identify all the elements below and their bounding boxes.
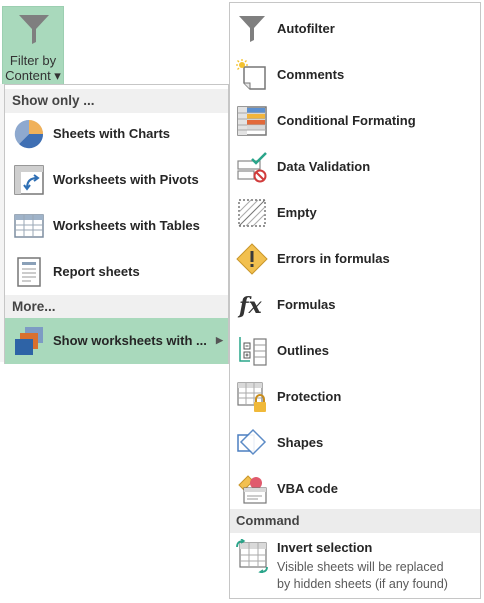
submenu-item-outlines[interactable]: Outlines	[230, 328, 480, 374]
submenu-item-label: Formulas	[277, 297, 336, 312]
lock-sheet-icon	[236, 381, 268, 413]
pivot-table-icon	[13, 164, 45, 196]
svg-text:fx: fx	[237, 293, 262, 319]
submenu-item-comments[interactable]: Comments	[230, 52, 480, 98]
submenu-item-label: Comments	[277, 67, 345, 82]
invert-selection-desc-line1: Visible sheets will be replaced	[277, 560, 444, 574]
filter-menu: Show only ... Sheets with Charts Workshe…	[4, 84, 229, 364]
submenu-item-autofilter[interactable]: Autofilter	[230, 6, 480, 52]
menu-item-label: Worksheets with Pivots	[53, 172, 199, 187]
conditional-formatting-icon	[236, 105, 268, 137]
submenu-item-label: Protection	[277, 389, 342, 404]
pie-chart-icon	[13, 118, 45, 150]
filter-by-content-button[interactable]: Filter by Content ▾	[2, 6, 64, 86]
invert-selection-icon	[236, 538, 268, 574]
menu-item-worksheets-with-tables[interactable]: Worksheets with Tables	[5, 203, 228, 249]
submenu-arrow-icon: ▶	[216, 335, 223, 345]
submenu-item-label: Shapes	[277, 435, 324, 450]
submenu-item-label: Autofilter	[277, 21, 335, 36]
table-icon	[13, 210, 45, 242]
submenu-item-label: VBA code	[277, 481, 338, 496]
submenu-item-conditional-formating[interactable]: Conditional Formating	[230, 98, 480, 144]
submenu-item-vba-code[interactable]: VBA code	[230, 466, 480, 512]
submenu-item-formulas[interactable]: fx Formulas	[230, 282, 480, 328]
submenu-item-label: Empty	[277, 205, 317, 220]
fx-icon: fx	[236, 289, 268, 321]
funnel-icon	[16, 11, 52, 52]
menu-item-report-sheets[interactable]: Report sheets	[5, 249, 228, 295]
comment-note-icon	[236, 59, 268, 91]
worksheets-stack-icon	[13, 325, 45, 357]
menu-item-label: Sheets with Charts	[53, 126, 171, 141]
submenu-item-label: Errors in formulas	[277, 251, 390, 266]
submenu-item-protection[interactable]: Protection	[230, 374, 480, 420]
submenu-item-label: Conditional Formating	[277, 113, 416, 128]
show-worksheets-with-submenu: Autofilter Comments Conditional Formatin…	[229, 2, 481, 599]
invert-selection-desc-line2: by hidden sheets (if any found)	[277, 577, 448, 591]
outline-icon	[236, 335, 268, 367]
submenu-item-data-validation[interactable]: Data Validation	[230, 144, 480, 190]
invert-selection-command[interactable]: Invert selection Visible sheets will be …	[230, 535, 480, 597]
submenu-item-label: Data Validation	[277, 159, 371, 174]
menu-item-sheets-with-charts[interactable]: Sheets with Charts	[5, 111, 228, 157]
invert-selection-title: Invert selection	[277, 540, 373, 555]
warning-icon	[236, 243, 268, 275]
menu-item-worksheets-with-pivots[interactable]: Worksheets with Pivots	[5, 157, 228, 203]
data-validation-icon	[236, 151, 268, 183]
vba-code-icon	[236, 473, 268, 505]
filter-by-label-line1: Filter by	[9, 53, 57, 68]
section-header-command: Command	[230, 509, 480, 533]
report-sheet-icon	[13, 256, 45, 288]
menu-item-show-worksheets-with[interactable]: Show worksheets with ... ▶	[5, 318, 228, 364]
empty-range-icon	[236, 197, 268, 229]
menu-item-label: Report sheets	[53, 264, 140, 279]
shapes-icon	[236, 427, 268, 459]
submenu-item-label: Outlines	[277, 343, 330, 358]
menu-item-label: Show worksheets with ...	[53, 333, 207, 348]
submenu-item-shapes[interactable]: Shapes	[230, 420, 480, 466]
submenu-item-empty[interactable]: Empty	[230, 190, 480, 236]
invert-selection-description: Visible sheets will be replaced by hidde…	[277, 559, 477, 593]
submenu-item-errors-in-formulas[interactable]: Errors in formulas	[230, 236, 480, 282]
filter-by-label-line2: Content ▾	[5, 68, 61, 83]
section-header-show-only: Show only ...	[5, 89, 228, 113]
section-header-more: More...	[5, 295, 228, 319]
funnel-icon	[236, 13, 268, 45]
menu-item-label: Worksheets with Tables	[53, 218, 200, 233]
